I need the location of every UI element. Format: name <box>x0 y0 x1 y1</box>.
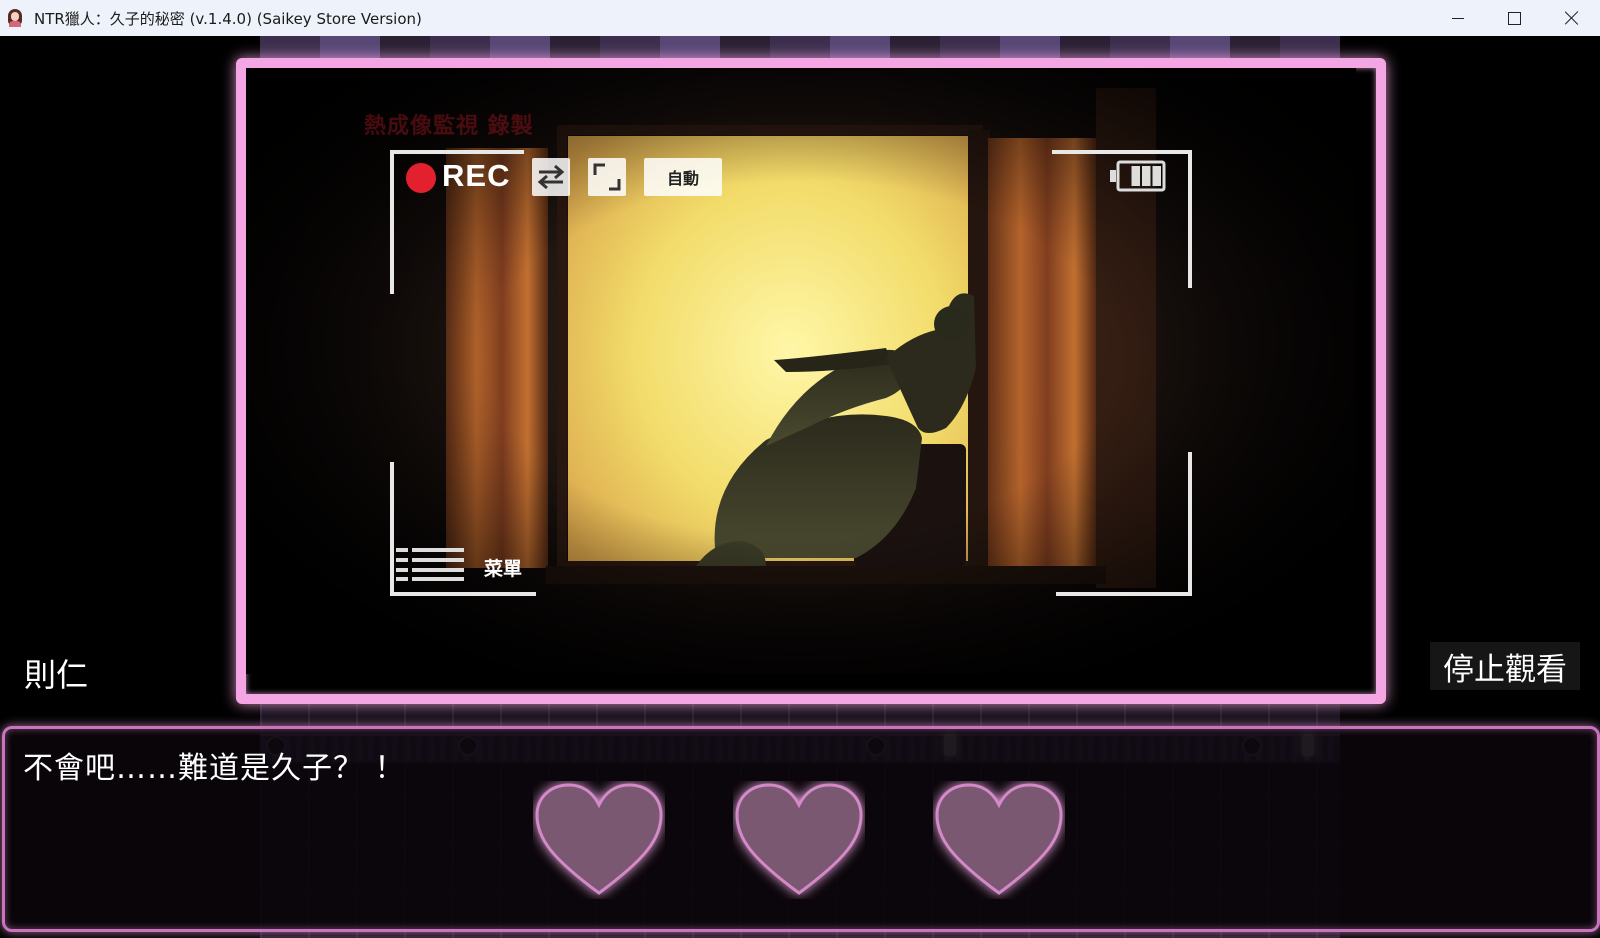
battery-cell <box>1142 166 1151 186</box>
rec-indicator-icon <box>406 163 436 193</box>
viewfinder-corner-bottom-right <box>1056 452 1192 596</box>
dialogue-box[interactable]: 不會吧……難道是久子？ ！ <box>2 726 1600 932</box>
battery-cell <box>1131 166 1140 186</box>
window-title-bar: NTR獵人：久子的秘密 (v.1.4.0) (Saikey Store Vers… <box>0 0 1600 37</box>
window-title: NTR獵人：久子的秘密 (v.1.4.0) (Saikey Store Vers… <box>34 9 422 28</box>
app-icon <box>6 8 24 28</box>
speaker-name: 則仁 <box>24 656 89 694</box>
dialogue-text: 不會吧……難道是久子？ ！ <box>23 751 406 786</box>
close-icon <box>1565 11 1579 25</box>
swap-arrows-icon <box>537 164 565 190</box>
maximize-icon <box>1507 11 1521 25</box>
map-top-strip <box>260 36 1340 60</box>
stop-watching-button[interactable]: 停止觀看 <box>1430 642 1580 690</box>
auto-play-button[interactable]: 自動 <box>644 158 722 196</box>
heart-icon <box>735 783 863 895</box>
maximize-button[interactable] <box>1486 0 1542 36</box>
close-button[interactable] <box>1544 0 1600 36</box>
fullscreen-button[interactable] <box>588 158 626 196</box>
heart-icon <box>535 783 663 895</box>
menu-button[interactable]: 菜單 <box>484 554 522 581</box>
battery-cell <box>1152 166 1161 186</box>
hud-ghost-heading: 熱成像監視 錄製 <box>364 114 534 139</box>
rec-label: REC <box>442 158 511 193</box>
swap-view-button[interactable] <box>532 158 570 196</box>
game-canvas: 熱成像監視 錄製 REC 自動 菜單 則仁 停止觀看 不會吧……難道是久子？ ！ <box>0 36 1600 938</box>
camera-hud: 熱成像監視 錄製 REC 自動 菜單 <box>246 68 1356 674</box>
menu-list-icon[interactable] <box>396 546 466 582</box>
minimize-icon <box>1452 17 1464 19</box>
fullscreen-icon <box>593 163 621 191</box>
heart-icon <box>935 783 1063 895</box>
minimize-button[interactable] <box>1430 0 1486 36</box>
camera-viewfinder: 熱成像監視 錄製 REC 自動 菜單 <box>236 58 1386 704</box>
battery-icon <box>1110 160 1166 192</box>
